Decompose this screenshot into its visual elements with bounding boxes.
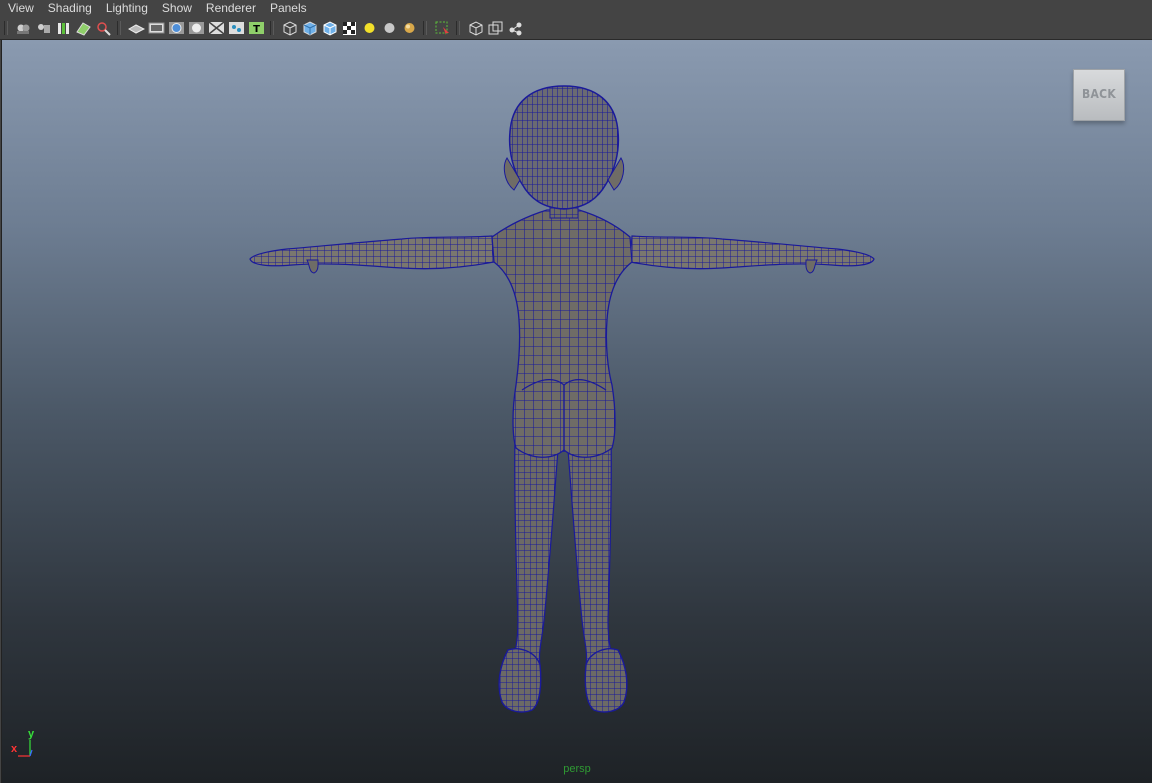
grid-icon[interactable] [127, 20, 145, 36]
viewcube[interactable]: BACK [1073, 69, 1125, 123]
menu-lighting[interactable]: Lighting [98, 0, 154, 17]
menu-renderer[interactable]: Renderer [198, 0, 262, 17]
mesh-head [503, 85, 625, 219]
mesh-right-arm [629, 235, 875, 274]
bookmarks-icon[interactable] [55, 20, 72, 36]
camera-select-icon[interactable] [15, 20, 32, 36]
toolbar-group-xray [465, 20, 525, 36]
two-d-pan-zoom-icon[interactable] [95, 20, 112, 36]
toolbar-group-camera [13, 20, 113, 36]
panel-toolbar: T [0, 17, 1152, 40]
shadows-icon[interactable] [401, 20, 418, 36]
svg-text:T: T [253, 24, 260, 35]
wireframe-on-shaded-icon[interactable] [321, 20, 338, 36]
maya-window: View Shading Lighting Show Renderer Pane… [0, 0, 1152, 783]
menu-show[interactable]: Show [154, 0, 198, 17]
textured-icon[interactable] [341, 20, 358, 36]
axis-gizmo: y x [8, 728, 48, 760]
toolbar-separator [4, 21, 8, 35]
toolbar-separator [117, 21, 121, 35]
resolution-gate-icon[interactable] [168, 20, 185, 36]
menu-panels[interactable]: Panels [262, 0, 313, 17]
xray-components-icon[interactable] [507, 20, 524, 36]
mesh-left-arm [249, 235, 495, 274]
perspective-viewport[interactable]: BACK y x persp [1, 40, 1152, 783]
wireframe-icon[interactable] [281, 20, 298, 36]
film-gate-icon[interactable] [148, 20, 165, 36]
camera-attributes-icon[interactable] [35, 20, 52, 36]
xray-icon[interactable] [467, 20, 484, 36]
isolate-select-icon[interactable] [434, 20, 451, 36]
toolbar-separator [423, 21, 427, 35]
mesh-torso [491, 209, 633, 458]
safe-title-icon[interactable]: T [248, 20, 265, 36]
character-mesh[interactable] [2, 40, 1152, 783]
gate-mask-icon[interactable] [188, 20, 205, 36]
mesh-feet [498, 648, 628, 713]
image-plane-icon[interactable] [75, 20, 92, 36]
toolbar-group-isolate [432, 20, 452, 36]
field-chart-icon[interactable] [208, 20, 225, 36]
menu-shading[interactable]: Shading [40, 0, 98, 17]
panel-menu-bar: View Shading Lighting Show Renderer Pane… [0, 0, 1152, 17]
axis-gizmo-lines [18, 740, 33, 757]
viewcube-label: BACK [1081, 87, 1117, 101]
safe-action-icon[interactable] [228, 20, 245, 36]
toolbar-separator [456, 21, 460, 35]
toolbar-separator [270, 21, 274, 35]
mesh-legs [511, 434, 615, 666]
camera-name-label: persp [563, 763, 591, 775]
menu-view[interactable]: View [0, 0, 40, 17]
default-light-icon[interactable] [361, 20, 378, 36]
smooth-shade-icon[interactable] [301, 20, 318, 36]
xray-joints-icon[interactable] [487, 20, 504, 36]
all-lights-icon[interactable] [381, 20, 398, 36]
toolbar-group-gates: T [126, 20, 266, 36]
toolbar-group-shading [279, 20, 419, 36]
